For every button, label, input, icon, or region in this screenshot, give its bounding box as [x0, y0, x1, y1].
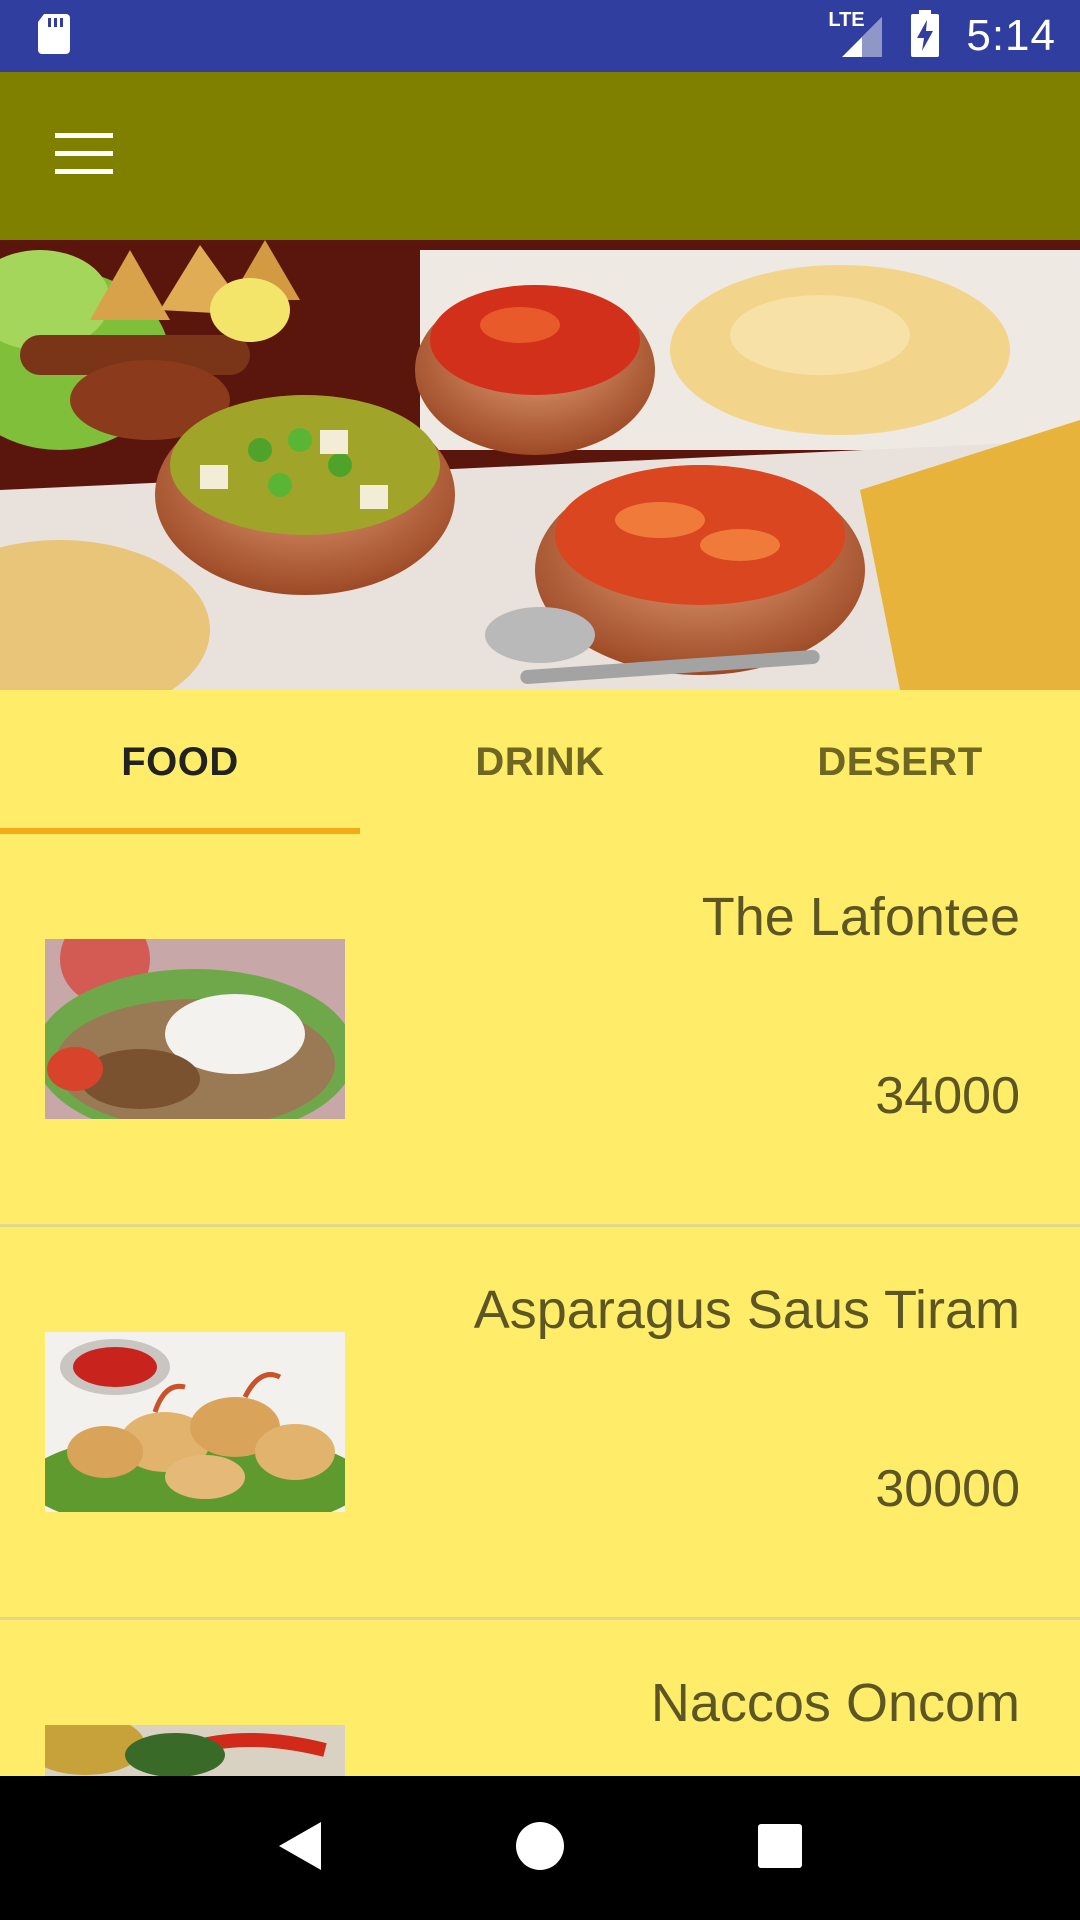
screen: LTE 5:14 FOOD DRINK DESERT The Lafontee … — [0, 0, 1080, 1920]
item-price: 34000 — [875, 1067, 1020, 1125]
network-type-label: LTE — [828, 9, 865, 31]
tab-desert[interactable]: DESERT — [720, 690, 1080, 834]
menu-item-list[interactable]: The Lafontee 34000 Asparagus Saus Tiram … — [0, 834, 1080, 1776]
back-button[interactable] — [260, 1808, 340, 1888]
menu-button[interactable] — [0, 72, 168, 240]
hamburger-menu-icon — [55, 132, 113, 180]
status-bar: LTE 5:14 — [0, 0, 1080, 72]
category-tabs: FOOD DRINK DESERT — [0, 690, 1080, 834]
back-icon — [277, 1820, 323, 1877]
lte-signal-icon: LTE — [828, 9, 884, 59]
item-name: Naccos Oncom — [650, 1673, 1020, 1733]
tab-drink[interactable]: DRINK — [360, 690, 720, 834]
home-button[interactable] — [500, 1808, 580, 1888]
tab-food[interactable]: FOOD — [0, 690, 360, 834]
list-item[interactable]: The Lafontee 34000 — [0, 834, 1080, 1227]
sd-card-icon — [36, 12, 72, 61]
item-name: The Lafontee — [701, 887, 1020, 947]
fried-shrimp-dish-image — [45, 1332, 345, 1512]
list-item[interactable]: Naccos Oncom — [0, 1620, 1080, 1776]
item-name: Asparagus Saus Tiram — [473, 1280, 1020, 1340]
status-time: 5:14 — [966, 11, 1056, 60]
list-item[interactable]: Asparagus Saus Tiram 30000 — [0, 1227, 1080, 1620]
battery-charging-icon — [910, 9, 940, 63]
app-bar — [0, 72, 1080, 240]
system-nav-bar — [0, 1776, 1080, 1920]
hero-banner-image — [0, 240, 1080, 690]
recents-button[interactable] — [740, 1808, 820, 1888]
status-icons: LTE 5:14 — [828, 9, 1056, 63]
noodle-soup-dish-image — [45, 939, 345, 1119]
home-icon — [515, 1821, 565, 1876]
recents-icon — [757, 1823, 803, 1874]
item-price: 30000 — [875, 1460, 1020, 1518]
grilled-vegetable-dish-image — [45, 1725, 345, 1776]
